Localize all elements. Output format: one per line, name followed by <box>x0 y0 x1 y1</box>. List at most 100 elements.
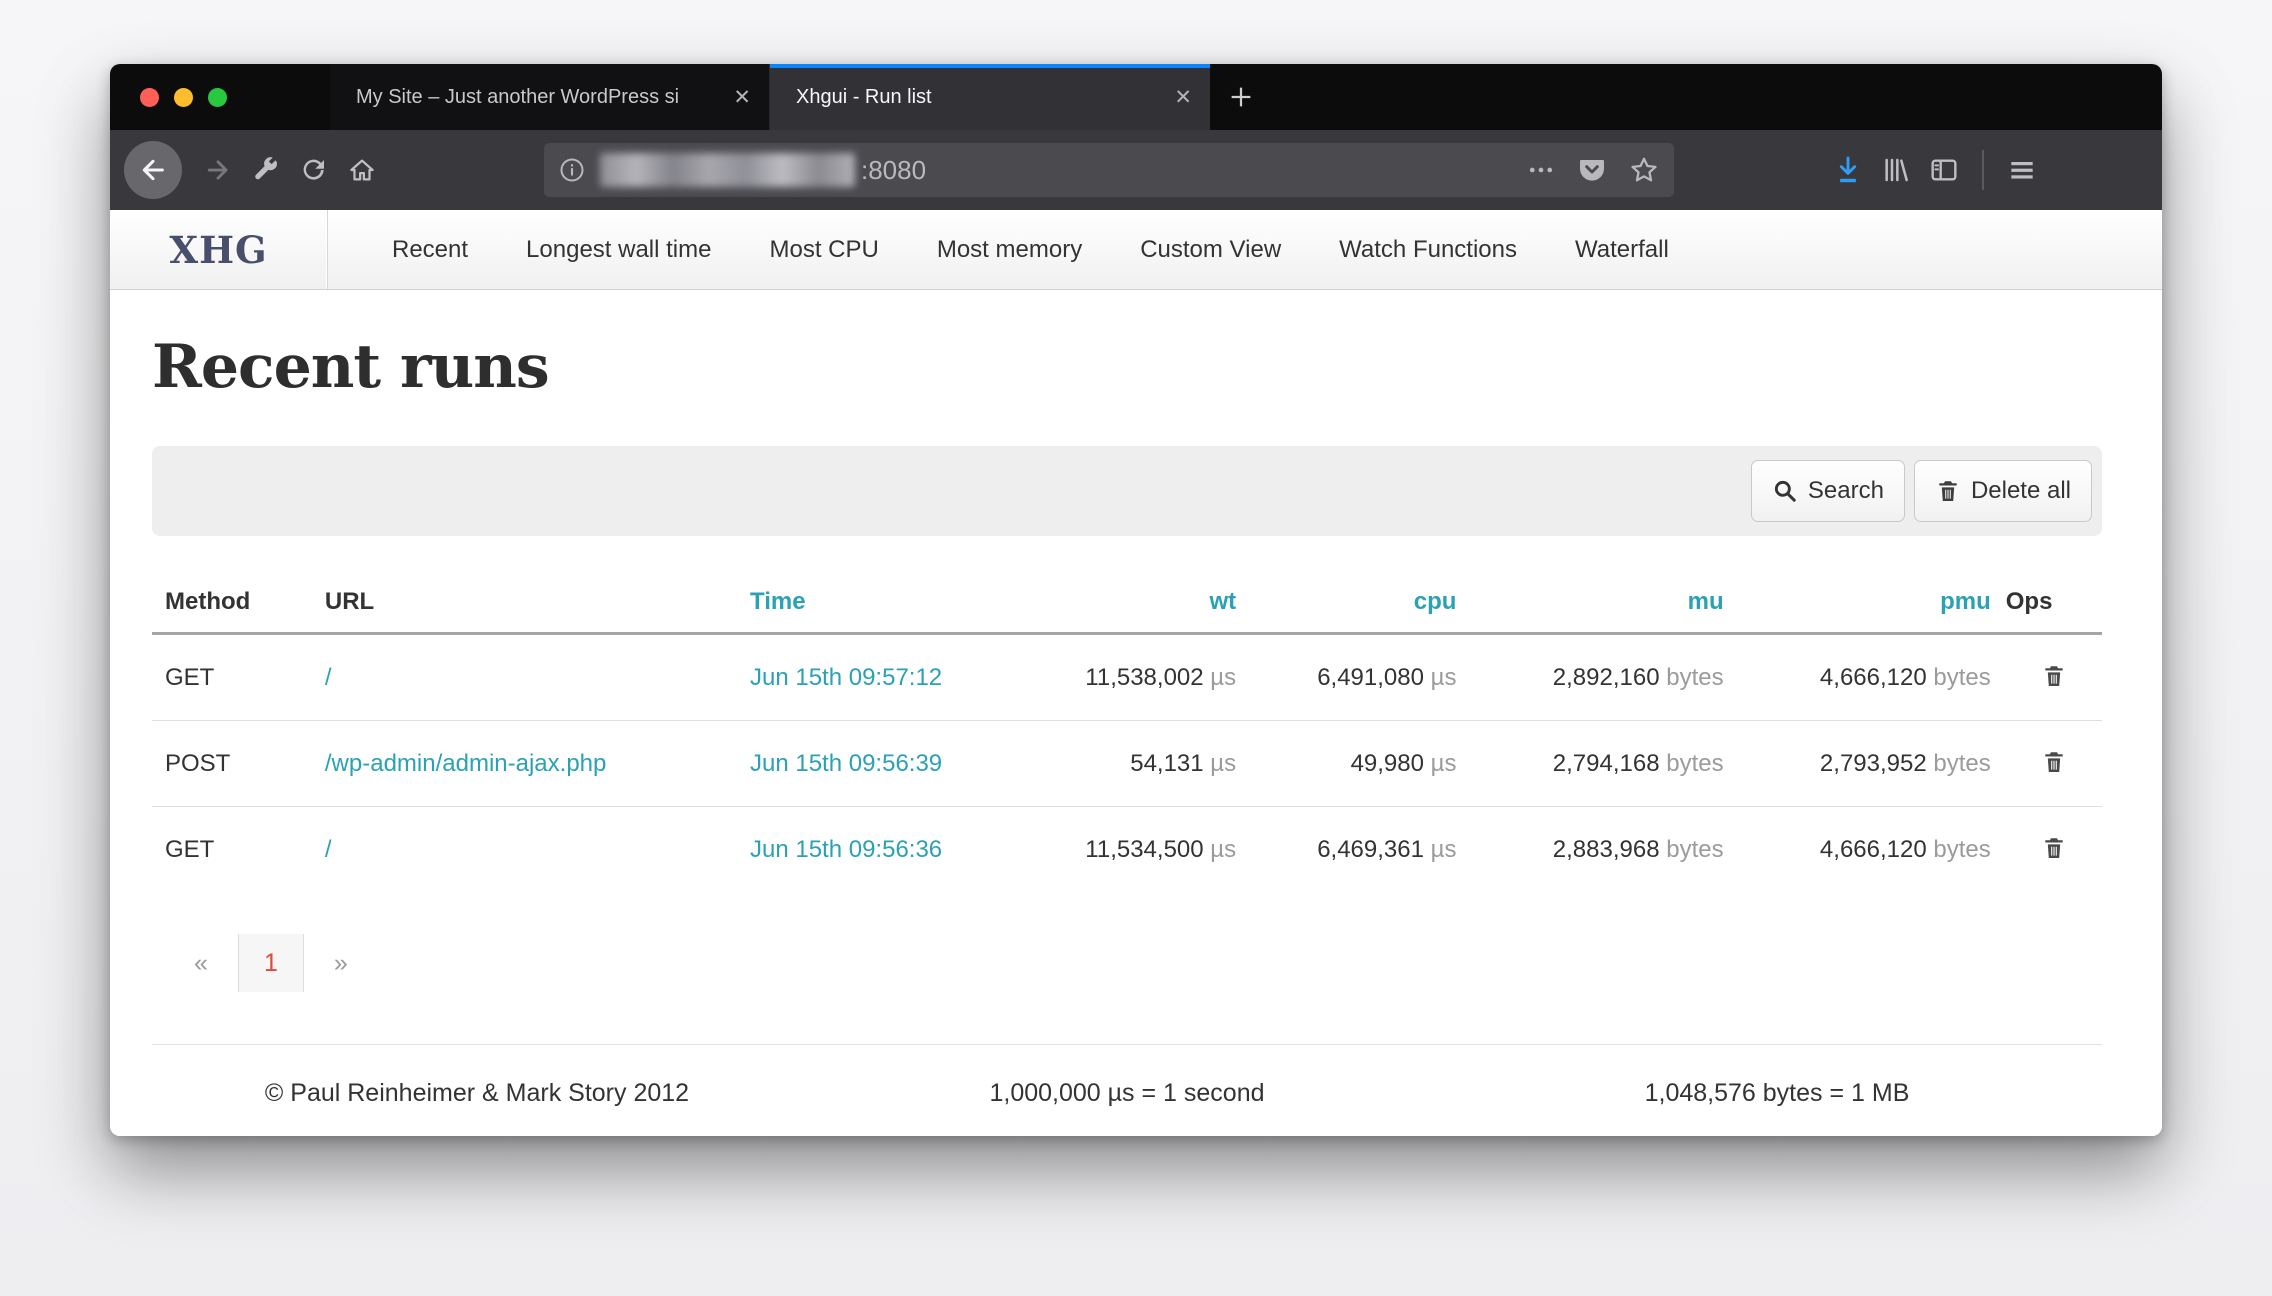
url-bar[interactable]: :8080 <box>544 143 1674 197</box>
run-method: GET <box>152 634 312 721</box>
run-wt: 11,534,500 µs <box>977 807 1238 893</box>
runs-table: Method URL Time wt cpu mu pmu Ops GET <box>152 572 2102 892</box>
nav-item-recent[interactable]: Recent <box>363 236 497 264</box>
run-method: GET <box>152 807 312 893</box>
tab-title: My Site – Just another WordPress si <box>356 86 719 109</box>
downloads-button[interactable] <box>1824 146 1872 194</box>
run-mu: 2,883,968 bytes <box>1458 807 1725 893</box>
table-row: GET / Jun 15th 09:56:36 11,534,500 µs 6,… <box>152 807 2102 893</box>
col-method: Method <box>152 572 312 634</box>
col-wt-sort[interactable]: wt <box>977 572 1238 634</box>
run-cpu: 49,980 µs <box>1238 721 1458 807</box>
wrench-icon <box>251 155 281 185</box>
run-wt: 11,538,002 µs <box>977 634 1238 721</box>
minimize-window-button[interactable] <box>174 88 193 107</box>
page-tools-button[interactable] <box>242 146 290 194</box>
page-actions-icon[interactable] <box>1526 155 1556 185</box>
tab-wordpress-site[interactable]: My Site – Just another WordPress si ✕ <box>330 64 770 130</box>
browser-window: My Site – Just another WordPress si ✕ Xh… <box>110 64 2162 1136</box>
col-url: URL <box>312 572 737 634</box>
trash-icon <box>2041 749 2067 775</box>
redacted-host <box>600 153 855 187</box>
home-button[interactable] <box>338 146 386 194</box>
footer-bytes-note: 1,048,576 bytes = 1 MB <box>1452 1079 2102 1108</box>
bookmark-star-icon[interactable] <box>1628 154 1660 186</box>
run-url-link[interactable]: / <box>325 836 332 863</box>
tab-xhgui-run-list[interactable]: Xhgui - Run list ✕ <box>770 64 1210 130</box>
url-port: :8080 <box>861 155 926 186</box>
run-time-link[interactable]: Jun 15th 09:57:12 <box>750 664 942 691</box>
site-footer: © Paul Reinheimer & Mark Story 2012 1,00… <box>152 1044 2102 1108</box>
reload-icon <box>299 155 329 185</box>
toolbar-divider <box>1982 150 1984 190</box>
run-pmu: 4,666,120 bytes <box>1726 807 1993 893</box>
nav-item-watch-functions[interactable]: Watch Functions <box>1310 236 1546 264</box>
close-window-button[interactable] <box>140 88 159 107</box>
back-arrow-icon <box>137 154 169 186</box>
pagination-prev[interactable]: « <box>178 949 224 978</box>
trash-icon <box>2041 835 2067 861</box>
run-url-link[interactable]: / <box>325 664 332 691</box>
run-time-link[interactable]: Jun 15th 09:56:36 <box>750 836 942 863</box>
sidebar-toggle-button[interactable] <box>1920 146 1968 194</box>
col-mu-sort[interactable]: mu <box>1458 572 1725 634</box>
pagination: « 1 » <box>178 934 2102 992</box>
pagination-next[interactable]: » <box>318 949 364 978</box>
desktop-background: My Site – Just another WordPress si ✕ Xh… <box>0 0 2272 1296</box>
footer-time-note: 1,000,000 µs = 1 second <box>802 1079 1452 1108</box>
pagination-page-1[interactable]: 1 <box>238 934 304 992</box>
table-header-row: Method URL Time wt cpu mu pmu Ops <box>152 572 2102 634</box>
run-url-link[interactable]: /wp-admin/admin-ajax.php <box>325 750 606 777</box>
search-icon <box>1772 478 1798 504</box>
footer-copyright: © Paul Reinheimer & Mark Story 2012 <box>152 1079 802 1108</box>
forward-arrow-icon <box>203 155 233 185</box>
table-row: POST /wp-admin/admin-ajax.php Jun 15th 0… <box>152 721 2102 807</box>
page-content: XHG Recent Longest wall time Most CPU Mo… <box>110 210 2162 1136</box>
run-mu: 2,892,160 bytes <box>1458 634 1725 721</box>
trash-icon <box>2041 663 2067 689</box>
run-cpu: 6,469,361 µs <box>1238 807 1458 893</box>
menu-button[interactable] <box>1998 146 2046 194</box>
nav-item-waterfall[interactable]: Waterfall <box>1546 236 1698 264</box>
plus-icon <box>1226 82 1256 112</box>
page-title: Recent runs <box>152 332 2102 402</box>
delete-all-button[interactable]: Delete all <box>1914 460 2092 522</box>
delete-run-button[interactable] <box>2037 831 2071 865</box>
col-ops: Ops <box>1993 572 2102 634</box>
site-info-icon[interactable] <box>558 156 586 184</box>
col-pmu-sort[interactable]: pmu <box>1726 572 1993 634</box>
delete-run-button[interactable] <box>2037 659 2071 693</box>
download-icon <box>1832 154 1864 186</box>
pocket-icon[interactable] <box>1576 154 1608 186</box>
tab-bar: My Site – Just another WordPress si ✕ Xh… <box>110 64 2162 130</box>
browser-toolbar: :8080 <box>110 130 2162 210</box>
nav-menu: Recent Longest wall time Most CPU Most m… <box>363 210 1698 289</box>
delete-run-button[interactable] <box>2037 745 2071 779</box>
run-cpu: 6,491,080 µs <box>1238 634 1458 721</box>
zoom-window-button[interactable] <box>208 88 227 107</box>
forward-button[interactable] <box>194 146 242 194</box>
reload-button[interactable] <box>290 146 338 194</box>
search-button[interactable]: Search <box>1751 460 1905 522</box>
run-pmu: 2,793,952 bytes <box>1726 721 1993 807</box>
nav-item-most-cpu[interactable]: Most CPU <box>740 236 907 264</box>
col-cpu-sort[interactable]: cpu <box>1238 572 1458 634</box>
run-method: POST <box>152 721 312 807</box>
back-button[interactable] <box>124 141 182 199</box>
run-time-link[interactable]: Jun 15th 09:56:39 <box>750 750 942 777</box>
nav-item-longest-wall-time[interactable]: Longest wall time <box>497 236 740 264</box>
home-icon <box>347 155 377 185</box>
close-tab-icon[interactable]: ✕ <box>733 85 751 110</box>
close-tab-icon[interactable]: ✕ <box>1174 85 1192 110</box>
nav-item-most-memory[interactable]: Most memory <box>908 236 1111 264</box>
library-button[interactable] <box>1872 146 1920 194</box>
xhgui-logo[interactable]: XHG <box>110 210 328 289</box>
new-tab-button[interactable] <box>1210 64 1272 130</box>
hamburger-icon <box>2006 154 2038 186</box>
col-time-sort[interactable]: Time <box>737 572 977 634</box>
run-pmu: 4,666,120 bytes <box>1726 634 1993 721</box>
nav-item-custom-view[interactable]: Custom View <box>1111 236 1310 264</box>
library-icon <box>1880 154 1912 186</box>
trash-icon <box>1935 478 1961 504</box>
sidebar-icon <box>1928 154 1960 186</box>
